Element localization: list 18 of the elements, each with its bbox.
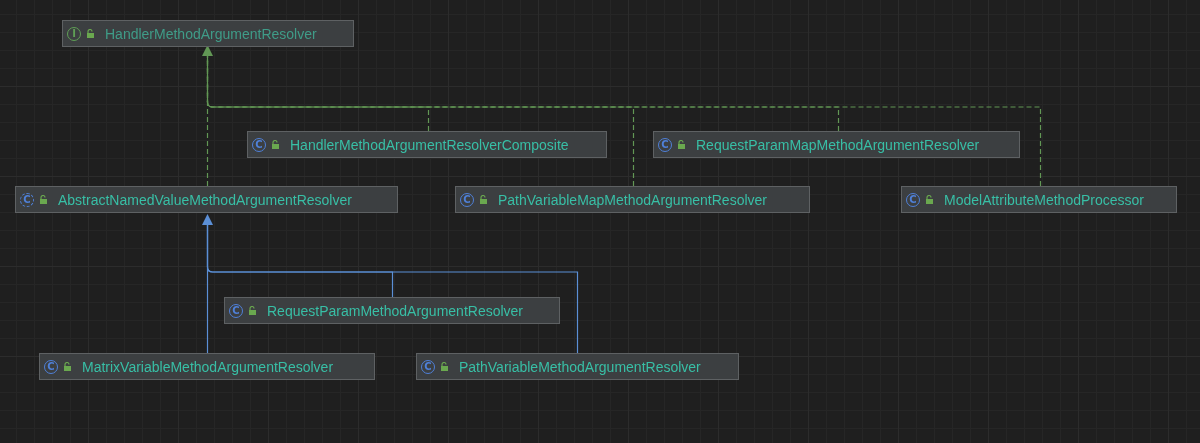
lock-icon — [440, 362, 448, 371]
class-name: ModelAttributeMethodProcessor — [944, 191, 1144, 208]
lock-icon — [479, 195, 487, 204]
class-name: PathVariableMapMethodArgumentResolver — [498, 191, 767, 208]
lock-icon — [677, 140, 685, 149]
class-name: HandlerMethodArgumentResolverComposite — [290, 136, 569, 153]
class-name: RequestParamMethodArgumentResolver — [267, 302, 523, 319]
lock-icon — [248, 306, 256, 315]
class-name: HandlerMethodArgumentResolver — [105, 25, 317, 42]
class-name: RequestParamMapMethodArgumentResolver — [696, 136, 980, 153]
lock-icon — [63, 362, 71, 371]
lock-icon — [39, 195, 47, 204]
class-name: MatrixVariableMethodArgumentResolver — [82, 358, 334, 375]
lock-icon — [86, 29, 94, 38]
lock-icon — [925, 195, 933, 204]
class-name: AbstractNamedValueMethodArgumentResolver — [58, 191, 352, 208]
class-name: PathVariableMethodArgumentResolver — [459, 358, 701, 375]
lock-icon — [271, 140, 279, 149]
